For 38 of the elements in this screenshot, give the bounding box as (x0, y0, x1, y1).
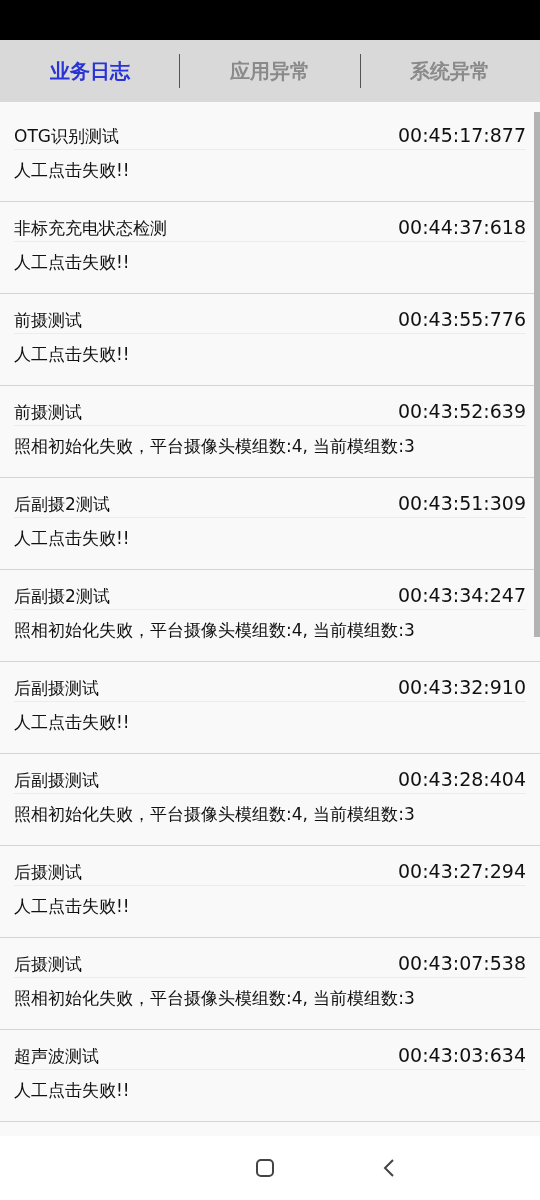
entry-title: 非标充充电状态检测 (14, 216, 167, 240)
entry-message: 照相初始化失败，平台摄像头模组数:4, 当前模组数:3 (14, 804, 415, 824)
entry-message: 人工点击失败!! (14, 344, 130, 364)
entry-message: 人工点击失败!! (14, 896, 130, 916)
entry-message: 人工点击失败!! (14, 160, 130, 180)
back-icon[interactable] (383, 1158, 395, 1178)
tab[interactable]: 系统异常 (360, 55, 540, 87)
entry-title: 后副摄测试 (14, 768, 99, 792)
entry-time: 00:43:52:639 (398, 398, 526, 424)
tab[interactable]: 应用异常 (180, 55, 360, 87)
entry-title: 后副摄2测试 (14, 584, 110, 608)
entry-message: 人工点击失败!! (14, 1080, 130, 1100)
entry-time: 00:45:17:877 (398, 122, 526, 148)
entry-title: 后摄测试 (14, 952, 82, 976)
entry-time: 00:43:27:294 (398, 858, 526, 884)
entry-message: 照相初始化失败，平台摄像头模组数:4, 当前模组数:3 (14, 436, 415, 456)
entry-time: 00:43:32:910 (398, 674, 526, 700)
entry-time: 00:44:37:618 (398, 214, 526, 240)
entry-title: 后副摄测试 (14, 676, 99, 700)
entry-time: 00:43:51:309 (398, 490, 526, 516)
entry-time: 00:43:28:404 (398, 766, 526, 792)
entry-title: 后摄测试 (14, 860, 82, 884)
entry-time: 00:43:55:776 (398, 306, 526, 332)
entry-message: 人工点击失败!! (14, 528, 130, 548)
entry-title: 前摄测试 (14, 400, 82, 424)
home-icon[interactable] (255, 1158, 275, 1178)
entry-title: 后副摄2测试 (14, 492, 110, 516)
entry-title: OTG识别测试 (14, 124, 119, 148)
entry-message: 照相初始化失败，平台摄像头模组数:4, 当前模组数:3 (14, 988, 415, 1008)
entry-time: 00:43:03:634 (398, 1042, 526, 1068)
entry-title: 前摄测试 (14, 308, 82, 332)
entry-time: 00:43:07:538 (398, 950, 526, 976)
entry-time: 00:43:34:247 (398, 582, 526, 608)
entry-message: 人工点击失败!! (14, 252, 130, 272)
entry-message: 人工点击失败!! (14, 712, 130, 732)
entry-message: 照相初始化失败，平台摄像头模组数:4, 当前模组数:3 (14, 620, 415, 640)
entry-title: 超声波测试 (14, 1044, 99, 1068)
tab[interactable]: 业务日志 (0, 55, 180, 87)
